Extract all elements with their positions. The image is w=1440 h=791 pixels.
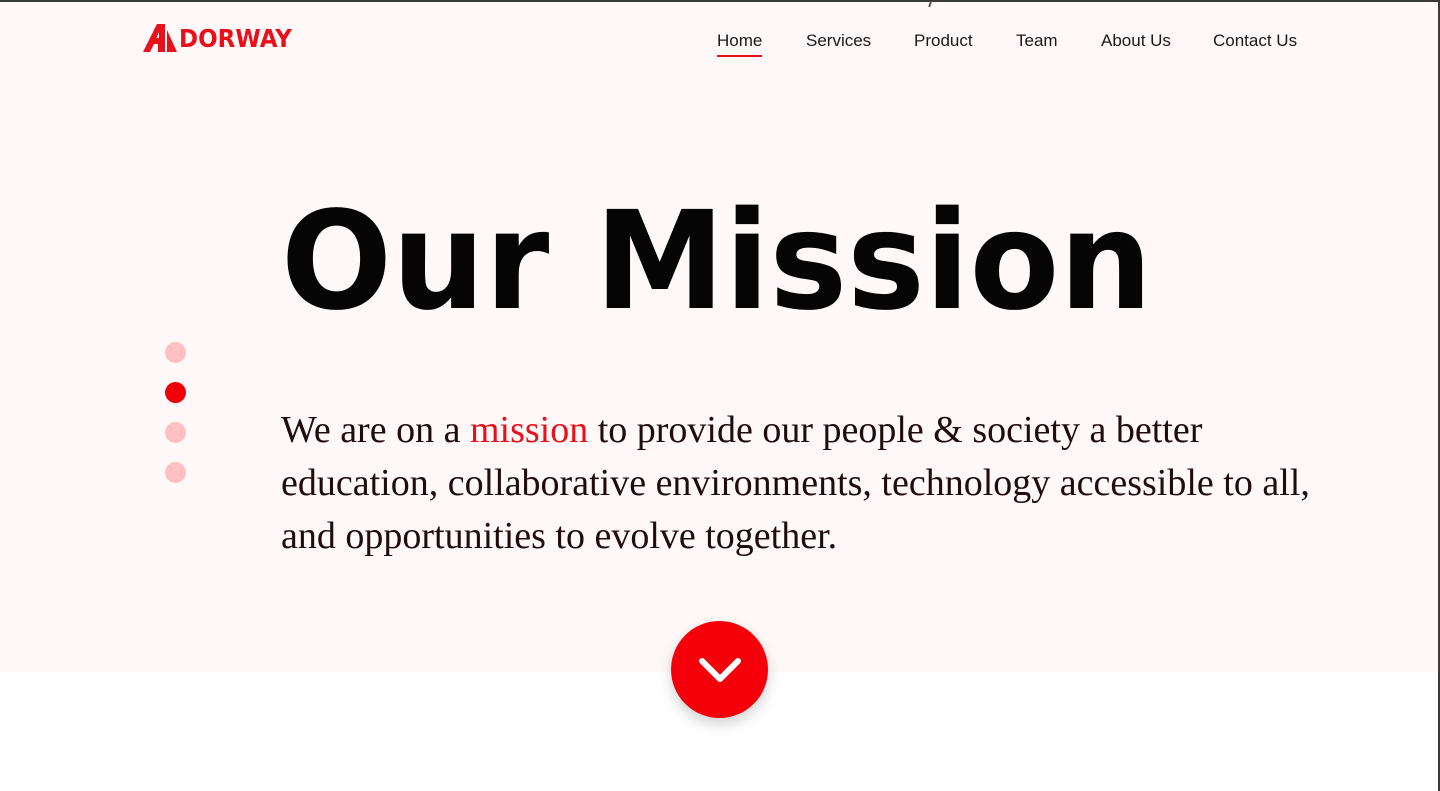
page: DORWAY Home Services Product Team About … [0,0,1440,791]
pagination-dot-3[interactable] [165,422,186,443]
nav-item-product[interactable]: Product [914,31,973,51]
mission-statement: We are on a mission to provide our peopl… [281,404,1321,563]
pagination-dot-1[interactable] [165,342,186,363]
page-title: Our Mission [281,183,1153,341]
pagination-dot-2[interactable] [165,382,186,403]
chevron-down-icon [698,657,741,682]
top-border [0,0,1440,2]
nav-item-contact-us[interactable]: Contact Us [1213,31,1297,51]
nav-item-about-us[interactable]: About Us [1101,31,1171,51]
main-nav: Home Services Product Team About Us Cont… [0,31,1440,61]
scroll-down-button[interactable] [671,621,768,718]
nav-item-team[interactable]: Team [1016,31,1058,51]
mission-text-before: We are on a [281,409,470,451]
nav-item-services[interactable]: Services [806,31,871,51]
slide-pagination [165,342,187,502]
pagination-dot-4[interactable] [165,462,186,483]
nav-item-home[interactable]: Home [717,31,763,57]
mission-highlight: mission [469,409,589,451]
